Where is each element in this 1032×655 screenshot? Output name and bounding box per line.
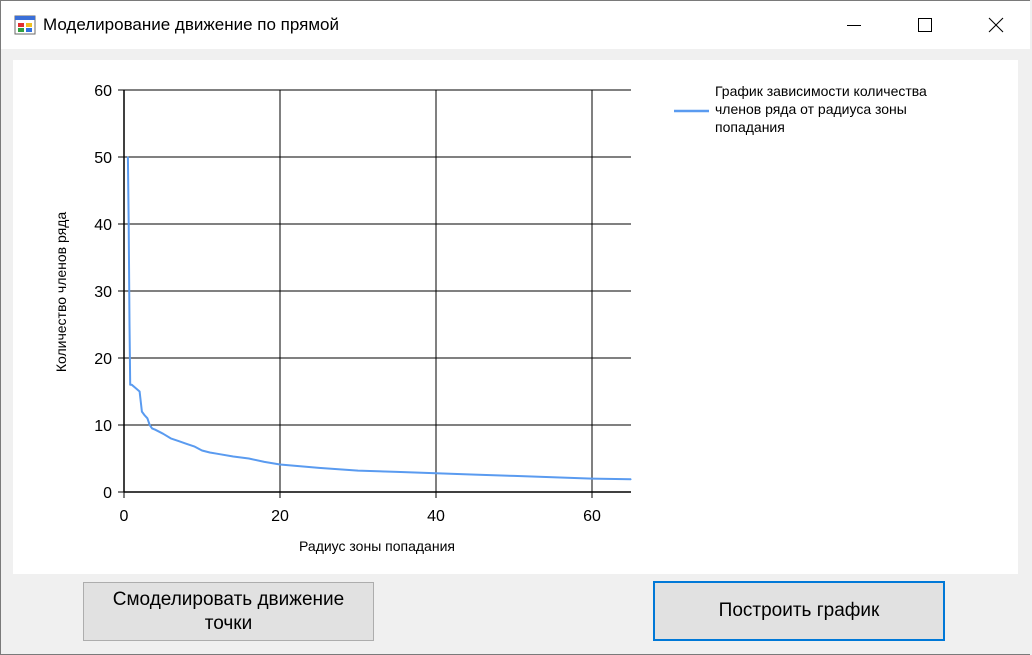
data-point	[128, 323, 131, 326]
line-chart: 0 10 20 30 40 50 60 0 20 40 60 Радиус зоны попадан…	[53, 83, 927, 554]
data-point	[131, 384, 133, 386]
simulate-button-label-line2: точки	[204, 612, 253, 634]
data-point	[209, 451, 211, 454]
data-point	[396, 471, 398, 473]
y-tick-label: 10	[94, 418, 112, 435]
data-point	[217, 453, 219, 455]
close-icon	[988, 17, 1004, 33]
x-axis-title: Радиус зоны попадания	[299, 538, 455, 554]
data-point	[127, 156, 129, 158]
close-button[interactable]	[961, 1, 1031, 49]
window-title: Моделирование движение по прямой	[43, 15, 339, 34]
y-tick-label: 0	[103, 485, 112, 502]
simulate-button-label-line1: Смоделировать движение	[112, 588, 345, 610]
maximize-button[interactable]	[890, 1, 960, 49]
series-line	[126, 156, 632, 481]
title-bar[interactable]: Моделирование движение по прямой	[1, 1, 1031, 49]
data-point	[185, 443, 187, 445]
data-point	[435, 472, 437, 474]
plot-button-label: Построить график	[718, 600, 880, 621]
data-point	[474, 473, 476, 476]
y-axis-title: Количество членов ряда	[53, 212, 69, 373]
data-point	[128, 223, 130, 225]
y-tick-label: 20	[94, 351, 112, 368]
data-point	[162, 433, 164, 435]
data-point	[248, 457, 250, 460]
data-point	[357, 469, 359, 472]
legend-line-1: График зависимости количества	[715, 83, 927, 99]
data-point	[279, 463, 281, 466]
data-point	[552, 476, 554, 478]
data-point	[513, 475, 515, 477]
minimize-icon	[847, 25, 861, 26]
app-window-icon	[14, 15, 36, 35]
data-point	[318, 467, 320, 469]
data-point	[170, 437, 172, 439]
data-point	[143, 414, 145, 416]
data-point	[139, 390, 141, 393]
main-window: Моделирование движение по прямой 0 10 20 30…	[0, 0, 1032, 655]
data-point	[154, 429, 156, 431]
data-point	[263, 461, 265, 463]
data-point	[232, 455, 234, 458]
data-point	[146, 417, 148, 419]
maximize-icon	[918, 18, 932, 32]
data-point	[129, 384, 131, 386]
data-point	[193, 445, 195, 448]
data-point	[178, 440, 180, 442]
y-tick-label: 40	[94, 217, 112, 234]
legend-line-2: членов ряда от радиуса зоны	[715, 101, 907, 117]
legend: График зависимости количества членов ряд…	[674, 83, 927, 135]
data-point	[151, 427, 153, 429]
data-point	[141, 411, 143, 413]
y-tick-label: 30	[94, 284, 112, 301]
data-point	[201, 449, 203, 452]
data-point	[135, 387, 137, 389]
legend-line-3: попадания	[715, 119, 785, 135]
data-point	[630, 478, 632, 480]
plot-graph-button[interactable]: Построить график	[653, 581, 945, 641]
y-tick-label: 50	[94, 150, 112, 167]
x-tick-label: 20	[271, 508, 289, 525]
y-tick-label: 60	[94, 83, 112, 100]
chart-area: 0 10 20 30 40 50 60 0 20 40 60 Радиус зоны попадан…	[13, 60, 1018, 574]
simulate-motion-button[interactable]: Смоделировать движение точки	[83, 582, 374, 641]
minimize-button[interactable]	[819, 1, 889, 49]
x-tick-label: 60	[583, 508, 601, 525]
data-point	[591, 478, 593, 480]
x-tick-label: 40	[427, 508, 445, 525]
x-tick-label: 0	[120, 508, 129, 525]
data-point	[149, 424, 151, 426]
